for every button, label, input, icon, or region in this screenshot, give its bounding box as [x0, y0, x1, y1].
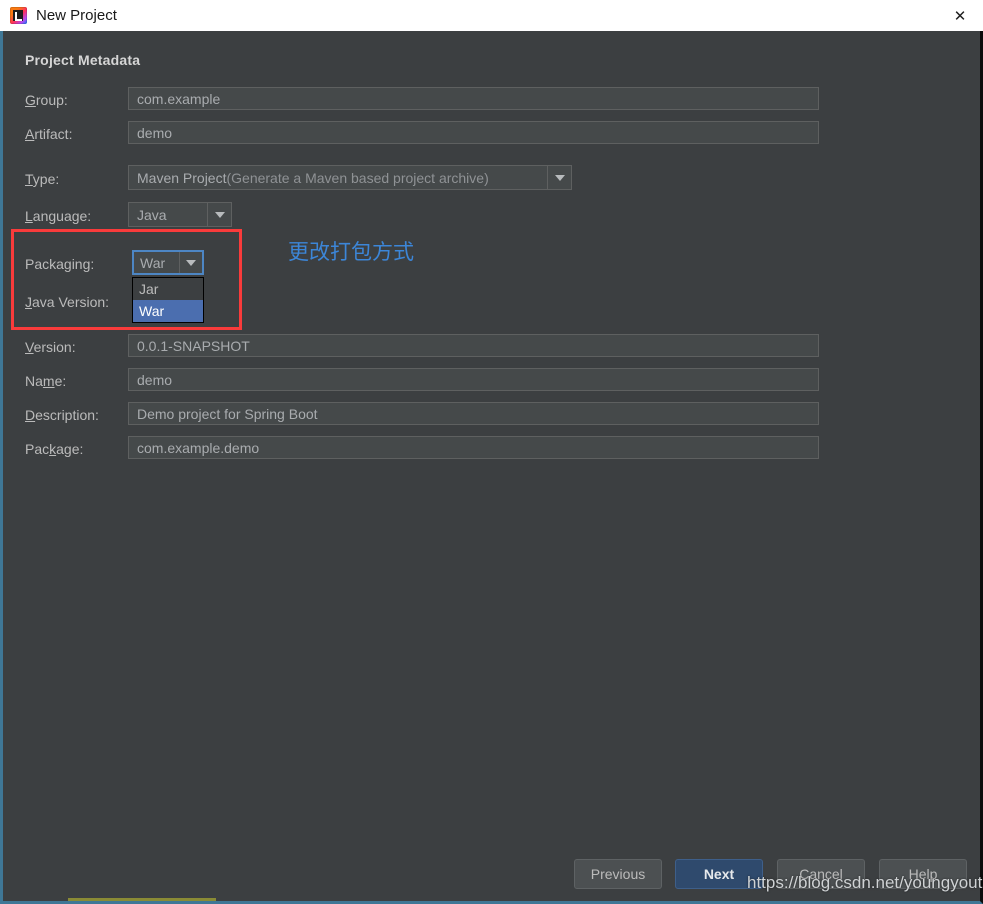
packaging-label: Packaging: — [25, 256, 95, 272]
intellij-logo-icon — [10, 7, 27, 24]
name-label-text: e: — [54, 373, 67, 389]
title-bar: New Project ✕ — [0, 0, 983, 32]
language-label-text: anguage: — [32, 208, 92, 224]
artifact-label-mnemonic: A — [25, 126, 35, 142]
description-input[interactable]: Demo project for Spring Boot — [128, 402, 819, 425]
window-title: New Project — [36, 7, 117, 24]
chevron-down-icon[interactable] — [179, 252, 202, 273]
packaging-option-war[interactable]: War — [133, 300, 203, 322]
language-combobox-value: Java — [137, 206, 167, 223]
packaging-option-jar[interactable]: Jar — [133, 278, 203, 300]
chevron-down-icon[interactable] — [207, 203, 231, 226]
package-label: Package: — [25, 440, 83, 458]
language-label-mnemonic: L — [25, 208, 33, 224]
version-label-mnemonic: V — [25, 339, 34, 355]
type-label: Type: — [25, 170, 59, 188]
close-icon[interactable]: ✕ — [937, 0, 983, 31]
name-label-pre: Na — [25, 373, 43, 389]
artifact-label-text: rtifact: — [34, 126, 73, 142]
type-combobox-value-hint: (Generate a Maven based project archive) — [226, 169, 489, 186]
version-label: Version: — [25, 338, 76, 356]
package-label-text: age: — [56, 441, 84, 457]
group-label-text: roup: — [35, 92, 68, 108]
java-version-label-text: ava Version: — [32, 294, 110, 310]
description-label-mnemonic: D — [25, 407, 36, 423]
artifact-label: Artifact: — [25, 125, 72, 143]
annotation-text: 更改打包方式 — [288, 240, 414, 264]
new-project-dialog-window: New Project ✕ Project Metadata Group: co… — [0, 0, 983, 904]
dialog-body: Project Metadata Group: com.example Arti… — [0, 31, 983, 904]
page-title: Project Metadata — [25, 52, 141, 68]
packaging-dropdown-list[interactable]: Jar War — [132, 277, 204, 323]
version-label-text: ersion: — [33, 339, 76, 355]
type-label-mnemonic: T — [25, 171, 33, 187]
chevron-down-icon[interactable] — [547, 166, 571, 189]
language-label: Language: — [25, 207, 91, 225]
group-label: Group: — [25, 91, 68, 109]
type-label-text: ype: — [32, 171, 60, 187]
name-label: Name: — [25, 372, 66, 390]
type-combobox-value: Maven Project (Generate a Maven based pr… — [129, 166, 547, 189]
group-label-mnemonic: G — [25, 92, 36, 108]
name-input[interactable]: demo — [128, 368, 819, 391]
java-version-label-mnemonic: J — [25, 294, 32, 310]
artifact-input[interactable]: demo — [128, 121, 819, 144]
language-combobox[interactable]: Java — [128, 202, 232, 227]
bottom-accent-bar — [68, 898, 216, 901]
name-label-mnemonic: m — [42, 373, 55, 389]
java-version-label: Java Version: — [25, 293, 109, 311]
packaging-combobox-value: War — [140, 254, 166, 271]
type-combobox-value-main: Maven Project — [137, 169, 227, 186]
type-combobox[interactable]: Maven Project (Generate a Maven based pr… — [128, 165, 572, 190]
description-label-text: escription: — [35, 407, 99, 423]
previous-button[interactable]: Previous — [574, 859, 662, 889]
group-input[interactable]: com.example — [128, 87, 819, 110]
annotation-highlight-box — [11, 229, 242, 330]
description-label: Description: — [25, 406, 99, 424]
version-input[interactable]: 0.0.1-SNAPSHOT — [128, 334, 819, 357]
watermark-text: https://blog.csdn.net/youngyouth — [747, 873, 983, 892]
package-input[interactable]: com.example.demo — [128, 436, 819, 459]
packaging-combobox[interactable]: War — [132, 250, 204, 275]
package-label-pre: Pac — [25, 441, 50, 457]
